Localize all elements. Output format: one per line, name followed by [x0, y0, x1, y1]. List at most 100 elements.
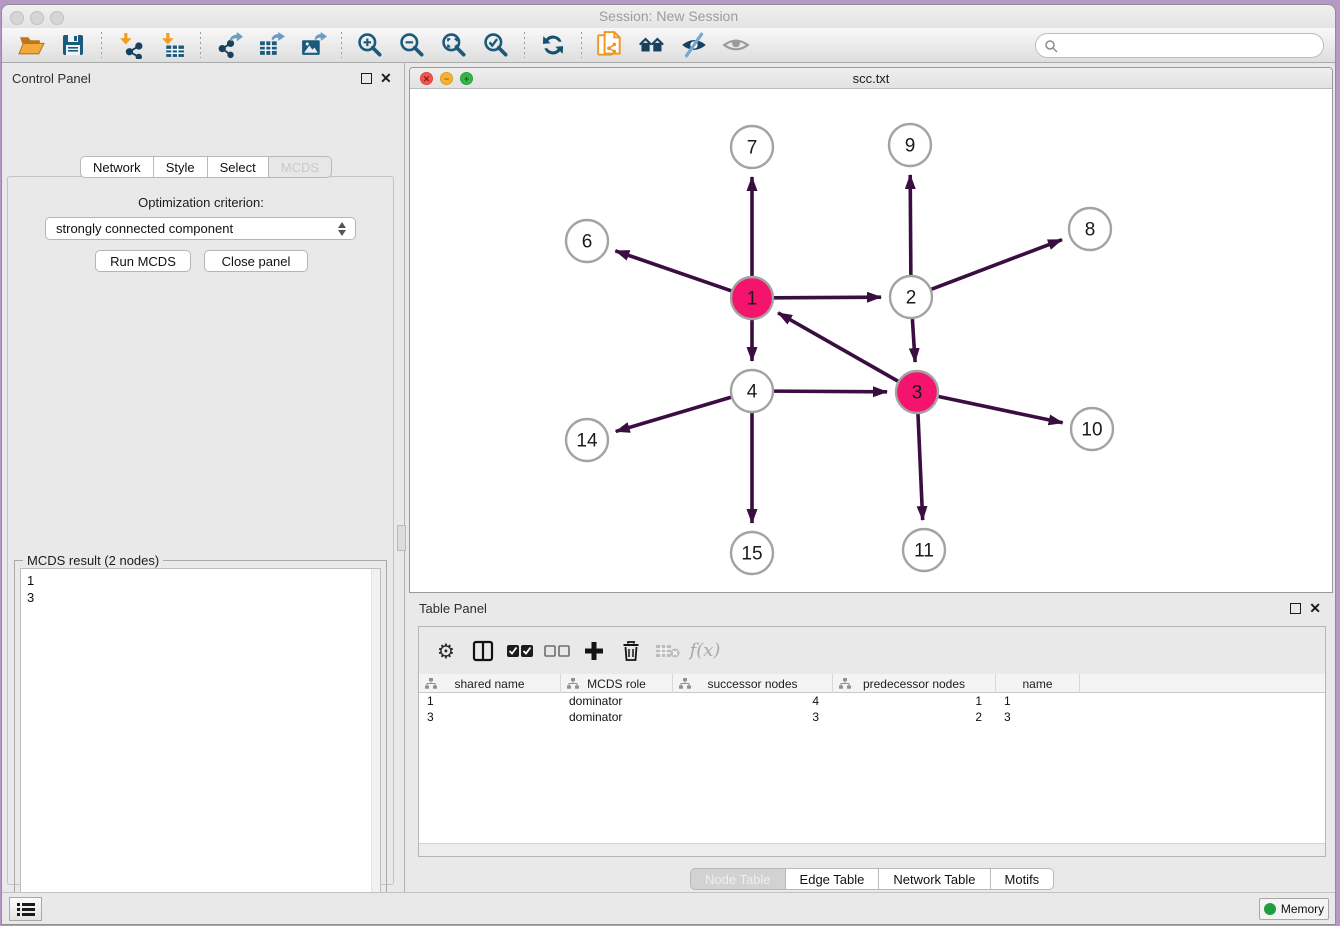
edge-2-9[interactable] — [910, 175, 911, 275]
graph-node-label-7: 7 — [747, 138, 758, 159]
hide-selected-eye-slash-icon[interactable] — [679, 30, 709, 60]
memory-button[interactable]: Memory — [1259, 898, 1329, 920]
deselect-all-icon[interactable] — [540, 636, 574, 666]
column-header-successor-nodes[interactable]: successor nodes — [673, 674, 833, 693]
import-network-icon[interactable] — [115, 30, 145, 60]
table-cell[interactable]: 3 — [673, 710, 819, 724]
table-panel-close-icon[interactable]: ✕ — [1309, 603, 1321, 614]
table-settings-gear-icon[interactable]: ⚙ — [429, 636, 463, 666]
network-graph[interactable]: 7968124314101511 — [410, 89, 1332, 592]
toolbar-separator — [101, 32, 102, 58]
graph-node-label-3: 3 — [912, 383, 923, 404]
optimization-criterion-label: Optimization criterion: — [2, 195, 400, 210]
tab-network[interactable]: Network — [80, 156, 154, 178]
graph-node-label-11: 11 — [914, 541, 934, 562]
zoom-in-icon[interactable] — [355, 30, 385, 60]
edge-3-10[interactable] — [939, 397, 1063, 423]
memory-label: Memory — [1281, 902, 1324, 916]
graph-node-label-15: 15 — [741, 544, 762, 565]
edge-2-8[interactable] — [932, 240, 1062, 290]
network-window-titlebar[interactable]: ✕ − + scc.txt — [410, 68, 1332, 89]
edge-4-3[interactable] — [774, 391, 887, 392]
edge-4-14[interactable] — [616, 397, 731, 431]
split-panel-icon[interactable] — [466, 636, 500, 666]
run-mcds-button[interactable]: Run MCDS — [95, 250, 191, 272]
column-header-name[interactable]: name — [996, 674, 1080, 693]
tab-motifs[interactable]: Motifs — [991, 868, 1055, 890]
edge-3-11[interactable] — [918, 414, 923, 520]
graph-node-label-1: 1 — [747, 289, 758, 310]
zoom-out-icon[interactable] — [397, 30, 427, 60]
select-all-icon[interactable] — [503, 636, 537, 666]
tab-edge-table[interactable]: Edge Table — [786, 868, 880, 890]
control-panel-float-icon[interactable] — [361, 73, 372, 84]
title-bar: Session: New Session — [2, 5, 1335, 28]
tab-network-table[interactable]: Network Table — [879, 868, 990, 890]
table-cell[interactable]: 3 — [427, 710, 561, 724]
table-cell[interactable]: 1 — [833, 694, 982, 708]
table-rows[interactable]: 1dominator4113dominator323 — [419, 693, 1325, 843]
table-cell[interactable]: 3 — [1004, 710, 1080, 724]
tab-mcds[interactable]: MCDS — [269, 156, 332, 178]
panel-divider — [404, 63, 405, 892]
content-area: Control Panel ✕ Network Style Select MCD… — [2, 63, 1335, 892]
mcds-result-textarea[interactable]: 1 3 — [20, 568, 381, 925]
open-session-icon[interactable] — [16, 30, 46, 60]
tab-node-table[interactable]: Node Table — [690, 868, 786, 890]
table-row[interactable]: 3dominator323 — [419, 709, 1325, 725]
delete-column-trash-icon[interactable] — [614, 636, 648, 666]
show-all-eye-icon[interactable] — [721, 30, 751, 60]
save-session-icon[interactable] — [58, 30, 88, 60]
zoom-selected-icon[interactable] — [481, 30, 511, 60]
refresh-layout-icon[interactable] — [538, 30, 568, 60]
edge-2-3[interactable] — [912, 319, 915, 362]
toolbar-separator — [524, 32, 525, 58]
mcds-result-lines: 1 3 — [27, 572, 34, 606]
table-row[interactable]: 1dominator411 — [419, 693, 1325, 709]
table-hscrollbar[interactable] — [419, 843, 1325, 856]
table-cell[interactable]: 4 — [673, 694, 819, 708]
mcds-result-scrollbar[interactable] — [371, 569, 380, 925]
table-cell[interactable]: dominator — [569, 694, 673, 708]
edge-1-6[interactable] — [615, 251, 731, 291]
reset-view-home-icon[interactable] — [637, 30, 667, 60]
delete-table-icon — [651, 636, 685, 666]
criterion-dropdown[interactable]: strongly connected component — [45, 217, 356, 240]
table-cell[interactable]: 1 — [427, 694, 561, 708]
control-panel-title: Control Panel — [12, 71, 91, 86]
list-icon — [17, 902, 35, 916]
graph-node-label-14: 14 — [576, 431, 598, 452]
export-network-icon[interactable] — [214, 30, 244, 60]
new-network-from-selection-icon[interactable] — [595, 30, 625, 60]
main-toolbar — [2, 28, 1335, 63]
search-field[interactable] — [1035, 33, 1324, 58]
memory-status-icon — [1264, 903, 1276, 915]
tab-select[interactable]: Select — [208, 156, 269, 178]
control-panel-close-icon[interactable]: ✕ — [380, 73, 392, 84]
graph-node-label-8: 8 — [1085, 220, 1096, 241]
export-image-icon[interactable] — [298, 30, 328, 60]
edge-1-2[interactable] — [774, 297, 881, 298]
table-cell[interactable]: 1 — [1004, 694, 1080, 708]
table-cell[interactable]: dominator — [569, 710, 673, 724]
tab-style[interactable]: Style — [154, 156, 208, 178]
control-panel-tabs: Network Style Select MCDS — [80, 156, 332, 178]
node-table-container: ⚙ — [418, 626, 1326, 857]
import-table-icon[interactable] — [157, 30, 187, 60]
add-column-icon[interactable] — [577, 636, 611, 666]
vertical-splitter-handle[interactable] — [397, 525, 406, 551]
table-header-row: shared nameMCDS rolesuccessor nodesprede… — [419, 674, 1325, 693]
edge-3-1[interactable] — [778, 313, 898, 381]
column-header-shared-name[interactable]: shared name — [419, 674, 561, 693]
criterion-value: strongly connected component — [56, 221, 233, 236]
network-canvas[interactable]: 7968124314101511 — [410, 89, 1332, 592]
table-panel-float-icon[interactable] — [1290, 603, 1301, 614]
column-header-predecessor-nodes[interactable]: predecessor nodes — [833, 674, 996, 693]
task-history-button[interactable] — [9, 897, 42, 921]
zoom-fit-icon[interactable] — [439, 30, 469, 60]
export-table-icon[interactable] — [256, 30, 286, 60]
column-header-MCDS-role[interactable]: MCDS role — [561, 674, 673, 693]
search-input[interactable] — [1058, 38, 1298, 53]
close-panel-button[interactable]: Close panel — [204, 250, 308, 272]
table-cell[interactable]: 2 — [833, 710, 982, 724]
